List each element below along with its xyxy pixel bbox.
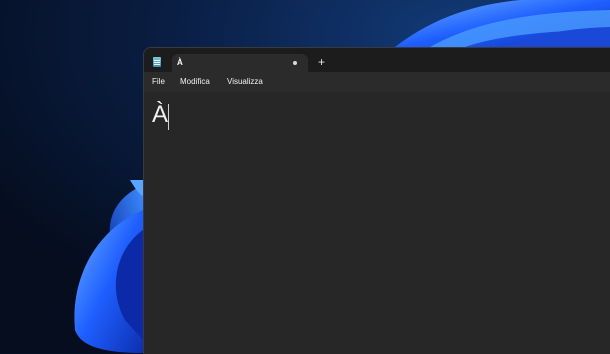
document-text[interactable]: À <box>152 102 168 128</box>
menu-modifica[interactable]: Modifica <box>180 77 210 86</box>
tab-title: À <box>177 58 183 67</box>
menu-file[interactable]: File <box>152 77 165 86</box>
notepad-icon <box>153 57 161 67</box>
text-caret <box>168 104 169 130</box>
menu-visualizza[interactable]: Visualizza <box>227 77 263 86</box>
unsaved-dot-icon[interactable] <box>293 61 297 65</box>
notepad-window[interactable]: À + File Modifica Visualizza À <box>143 47 610 354</box>
tab-document[interactable]: À <box>172 54 308 74</box>
text-editor[interactable]: À <box>144 92 610 354</box>
new-tab-button[interactable]: + <box>318 56 325 68</box>
menu-bar: File Modifica Visualizza <box>144 72 610 92</box>
title-bar[interactable]: À + <box>144 48 610 74</box>
